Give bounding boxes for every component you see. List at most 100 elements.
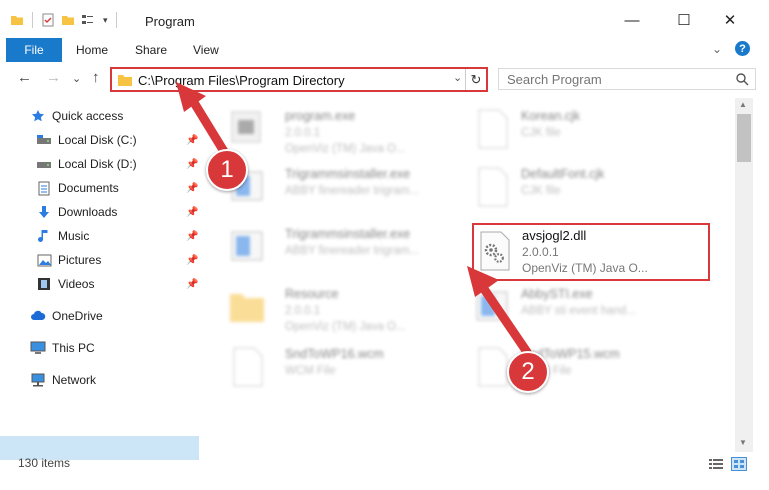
back-button[interactable]: ← <box>17 69 32 86</box>
file-item[interactable]: program.exe 2.0.0.1 OpenViz (TM) Java O.… <box>228 104 458 162</box>
file-name: Korean.cjk <box>521 109 581 123</box>
document-icon <box>478 109 508 149</box>
tab-home[interactable]: Home <box>76 43 108 57</box>
address-bar[interactable]: C:\Program Files\Program Directory ⌄ ↻ <box>110 67 488 92</box>
file-name: Resource <box>285 287 339 301</box>
dll-gear-icon <box>480 231 510 271</box>
navigation-pane: Quick access Local Disk (C:) 📌 Local Dis… <box>0 100 210 460</box>
step-2-badge: 2 <box>507 351 549 393</box>
sidebar-item-label: Documents <box>58 181 119 195</box>
file-type: CJK file <box>521 127 561 139</box>
step-1-badge: 1 <box>206 149 248 191</box>
executable-icon <box>231 111 261 143</box>
customize-toolbar-icon[interactable] <box>81 13 97 27</box>
pin-icon[interactable]: 📌 <box>186 231 198 242</box>
file-name: avsjogl2.dll <box>522 228 587 243</box>
help-icon[interactable]: ? <box>735 41 750 56</box>
large-icons-view-icon[interactable] <box>731 457 747 471</box>
search-box[interactable] <box>498 68 756 90</box>
file-item[interactable]: Trigrammsinstaller.exe ABBY finereader t… <box>228 162 458 220</box>
chevron-down-icon[interactable]: ▾ <box>103 15 108 26</box>
installer-icon <box>476 291 508 321</box>
search-icon[interactable] <box>735 72 749 86</box>
sidebar-item-label: OneDrive <box>52 309 103 323</box>
maximize-button[interactable]: ☐ <box>664 8 704 32</box>
tab-file[interactable]: File <box>6 38 62 62</box>
highlighted-file-item[interactable]: avsjogl2.dll 2.0.0.1 OpenViz (TM) Java O… <box>472 223 710 281</box>
tab-view[interactable]: View <box>193 43 219 57</box>
file-description: ABBY finereader trigram... <box>285 185 420 197</box>
expand-ribbon-icon[interactable]: ⌄ <box>712 42 722 56</box>
scrollbar-thumb[interactable] <box>737 114 751 162</box>
sidebar-item-onedrive[interactable]: OneDrive <box>30 304 103 328</box>
folder-icon[interactable] <box>10 13 24 27</box>
documents-icon <box>36 180 52 196</box>
scroll-up-icon[interactable]: ▲ <box>739 100 747 109</box>
sidebar-item-pictures[interactable]: Pictures <box>36 248 101 272</box>
file-description: ABBY sti event hand... <box>521 305 636 317</box>
scroll-down-icon[interactable]: ▼ <box>739 438 747 447</box>
pin-icon[interactable]: 📌 <box>186 183 198 194</box>
file-type: CJK file <box>521 185 561 197</box>
star-icon <box>30 108 46 124</box>
network-icon <box>30 372 46 388</box>
sidebar-item-label: Videos <box>58 277 95 291</box>
refresh-button[interactable]: ↻ <box>465 69 486 90</box>
file-name: program.exe <box>285 109 356 123</box>
file-version: 2.0.0.1 <box>522 245 559 259</box>
download-icon <box>36 204 52 220</box>
pin-icon[interactable]: 📌 <box>186 135 198 146</box>
pin-icon[interactable]: 📌 <box>186 159 198 170</box>
sidebar-item-label: Music <box>58 229 90 243</box>
sidebar-item-local-disk-d[interactable]: Local Disk (D:) <box>36 152 137 176</box>
sidebar-item-network[interactable]: Network <box>30 368 96 392</box>
pin-icon[interactable]: 📌 <box>186 255 198 266</box>
details-view-icon[interactable] <box>708 457 724 471</box>
pin-icon[interactable]: 📌 <box>186 207 198 218</box>
item-count: 130 items <box>18 456 71 470</box>
file-item[interactable]: AbbySTI.exe ABBY sti event hand... <box>473 282 703 340</box>
music-icon <box>36 228 52 244</box>
file-description: OpenViz (TM) Java O... <box>285 143 406 155</box>
vertical-scrollbar[interactable]: ▲ ▼ <box>735 98 753 452</box>
sidebar-item-label: Local Disk (D:) <box>58 157 137 171</box>
file-description: OpenViz (TM) Java O... <box>522 261 648 275</box>
sidebar-item-videos[interactable]: Videos <box>36 272 94 296</box>
sidebar-item-documents[interactable]: Documents <box>36 176 119 200</box>
document-icon <box>478 347 508 387</box>
new-folder-icon[interactable] <box>61 13 75 27</box>
status-bar: 130 items <box>0 452 769 474</box>
toolbar-divider <box>115 12 117 28</box>
up-button[interactable]: ↑ <box>92 69 100 86</box>
file-item[interactable]: DefaultFont.cjk CJK file <box>473 162 703 220</box>
sidebar-item-label: Quick access <box>52 109 124 123</box>
file-item[interactable]: Korean.cjk CJK file <box>473 104 703 162</box>
sidebar-item-label: Network <box>52 373 97 387</box>
search-input[interactable] <box>507 69 737 89</box>
tab-share[interactable]: Share <box>135 43 167 57</box>
drive-icon <box>36 156 52 172</box>
navigation-bar: ← → ⌄ ↑ C:\Program Files\Program Directo… <box>0 62 769 96</box>
sidebar-item-downloads[interactable]: Downloads <box>36 200 117 224</box>
sidebar-item-this-pc[interactable]: This PC <box>30 336 95 360</box>
sidebar-item-label: Downloads <box>58 205 118 219</box>
file-version: 2.0.0.1 <box>285 305 321 317</box>
recent-locations-button[interactable]: ⌄ <box>72 72 81 85</box>
file-version: 2.0.0.1 <box>285 127 321 139</box>
file-item[interactable]: SndToWP16.wcm WCM File <box>228 342 458 400</box>
sidebar-item-quick-access[interactable]: Quick access <box>30 104 123 128</box>
pin-icon[interactable]: 📌 <box>186 279 198 290</box>
file-name: AbbySTI.exe <box>521 287 593 301</box>
sidebar-item-local-disk-c[interactable]: Local Disk (C:) <box>36 128 137 152</box>
forward-button[interactable]: → <box>46 69 61 86</box>
close-button[interactable]: ✕ <box>710 8 750 32</box>
pictures-icon <box>36 252 52 268</box>
minimize-button[interactable]: — <box>612 8 652 32</box>
address-dropdown-icon[interactable]: ⌄ <box>453 71 462 84</box>
properties-icon[interactable] <box>41 13 55 27</box>
videos-icon <box>36 276 52 292</box>
file-item[interactable]: Trigrammsinstaller.exe ABBY finereader t… <box>228 222 458 280</box>
address-path[interactable]: C:\Program Files\Program Directory <box>138 73 345 88</box>
file-item[interactable]: Resource 2.0.0.1 OpenViz (TM) Java O... <box>228 282 458 340</box>
sidebar-item-music[interactable]: Music <box>36 224 89 248</box>
